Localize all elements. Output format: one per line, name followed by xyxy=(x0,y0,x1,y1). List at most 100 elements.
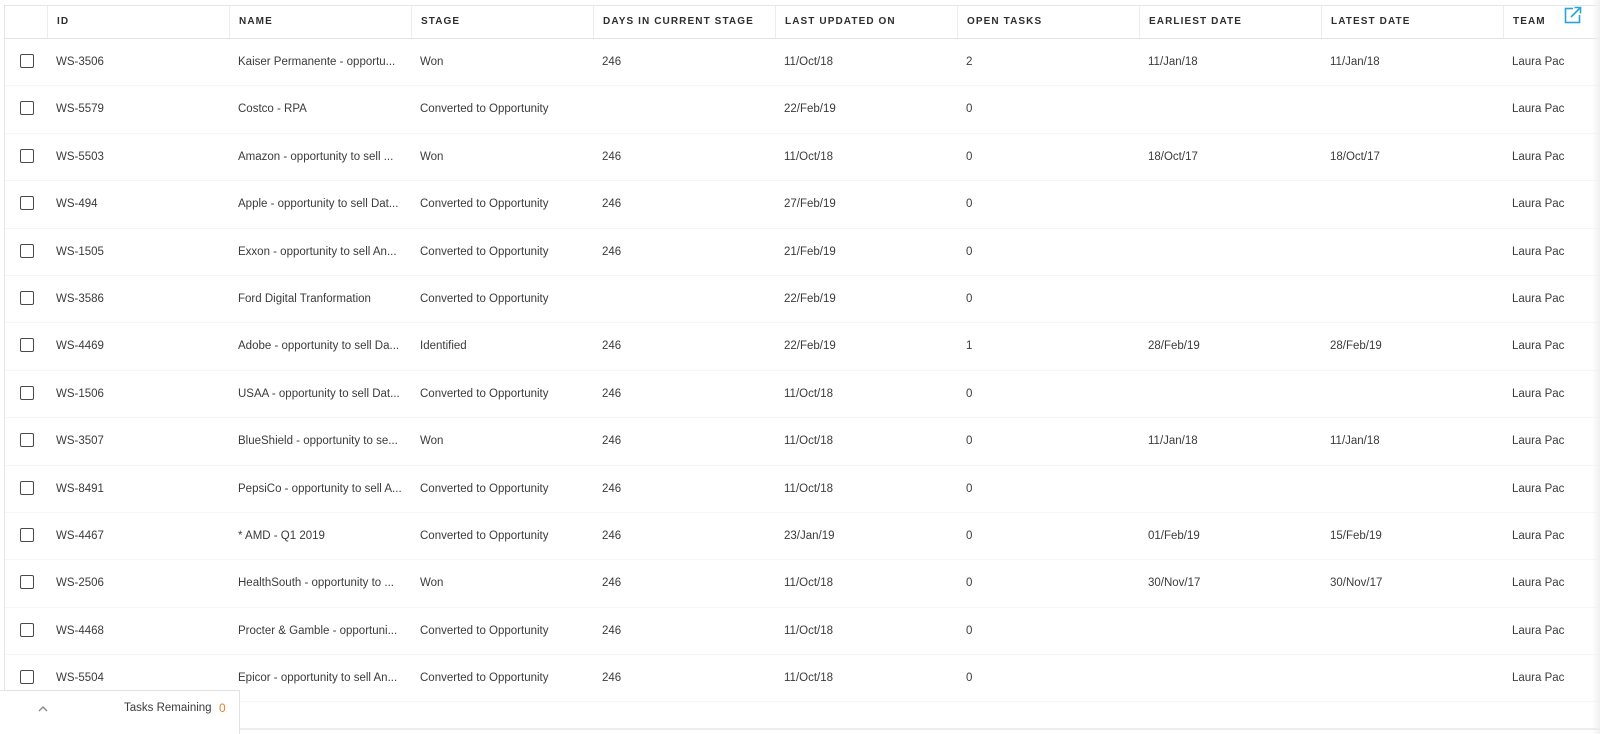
cell-earliest: 30/Nov/17 xyxy=(1148,577,1201,590)
cell-name[interactable]: BlueShield - opportunity to se... xyxy=(229,418,411,464)
cell-name[interactable]: Ford Digital Tranformation xyxy=(229,276,411,322)
cell-team: Laura Pac xyxy=(1512,245,1565,258)
cell-team: Laura Pac xyxy=(1512,340,1565,353)
cell-updated: 11/Oct/18 xyxy=(784,577,834,590)
row-select-checkbox[interactable] xyxy=(20,385,34,400)
column-header-team[interactable]: TEAM xyxy=(1503,6,1600,38)
row-select-checkbox[interactable] xyxy=(20,101,34,116)
cell-team: Laura Pac xyxy=(1512,624,1565,637)
cell-latest xyxy=(1321,608,1503,654)
cell-days: 246 xyxy=(602,56,622,68)
cell-latest xyxy=(1321,276,1503,322)
column-header-last-updated-on[interactable]: LAST UPDATED ON xyxy=(775,6,957,38)
column-header-open-tasks[interactable]: OPEN TASKS xyxy=(957,6,1139,38)
cell-tasks: 0 xyxy=(966,292,973,305)
cell-updated: 22/Feb/19 xyxy=(784,292,836,305)
cell-latest: 30/Nov/17 xyxy=(1330,577,1383,590)
cell-name[interactable]: PepsiCo - opportunity to sell A... xyxy=(229,466,411,512)
table-row[interactable]: WS-1506 USAA - opportunity to sell Dat...… xyxy=(5,371,1600,419)
cell-name[interactable]: Exxon - opportunity to sell An... xyxy=(229,229,411,275)
column-header-latest-date[interactable]: LATEST DATE xyxy=(1321,6,1503,38)
cell-name[interactable]: * AMD - Q1 2019 xyxy=(229,513,411,559)
cell-tasks: 0 xyxy=(966,150,973,163)
row-select-checkbox[interactable] xyxy=(20,575,34,590)
table-row[interactable]: WS-494 Apple - opportunity to sell Dat...… xyxy=(5,181,1600,229)
row-select-checkbox[interactable] xyxy=(20,670,34,685)
cell-latest xyxy=(1321,371,1503,417)
cell-updated: 27/Feb/19 xyxy=(784,198,836,211)
table-row[interactable]: WS-5579 Costco - RPA Converted to Opportun… xyxy=(5,86,1600,134)
table-row[interactable]: WS-5504 Epicor - opportunity to sell An..… xyxy=(5,655,1600,703)
row-select-checkbox[interactable] xyxy=(20,338,34,353)
cell-updated: 11/Oct/18 xyxy=(784,387,834,400)
cell-updated: 11/Oct/18 xyxy=(784,624,834,637)
cell-earliest xyxy=(1139,371,1321,417)
cell-tasks: 1 xyxy=(966,340,973,353)
chevron-up-icon[interactable] xyxy=(36,702,50,716)
cell-name[interactable]: Amazon - opportunity to sell ... xyxy=(229,134,411,180)
cell-team: Laura Pac xyxy=(1512,672,1565,685)
cell-earliest: 11/Jan/18 xyxy=(1148,56,1198,68)
cell-id: WS-5503 xyxy=(56,150,104,163)
cell-updated: 11/Oct/18 xyxy=(784,56,834,68)
cell-name[interactable]: Adobe - opportunity to sell Da... xyxy=(229,323,411,369)
cell-tasks: 0 xyxy=(966,577,973,590)
cell-earliest xyxy=(1139,276,1321,322)
row-select-checkbox[interactable] xyxy=(20,54,34,68)
row-select-checkbox[interactable] xyxy=(20,243,34,258)
column-header-id[interactable]: ID xyxy=(47,6,229,38)
row-select-checkbox[interactable] xyxy=(20,622,34,637)
cell-tasks: 0 xyxy=(966,529,973,542)
row-select-checkbox[interactable] xyxy=(20,148,34,163)
table-row[interactable]: WS-4469 Adobe - opportunity to sell Da...… xyxy=(5,323,1600,371)
table-row[interactable]: WS-4467 * AMD - Q1 2019 Converted to Oppor… xyxy=(5,513,1600,561)
horizontal-scrollbar[interactable] xyxy=(240,728,1600,730)
cell-days: 246 xyxy=(602,482,622,495)
cell-stage: Converted to Opportunity xyxy=(420,245,549,258)
table-row[interactable]: WS-1505 Exxon - opportunity to sell An...… xyxy=(5,229,1600,276)
cell-team: Laura Pac xyxy=(1512,529,1565,542)
cell-name[interactable]: Kaiser Permanente - opportu... xyxy=(229,39,411,85)
column-header-days-in-current-stage[interactable]: DAYS IN CURRENT STAGE xyxy=(593,6,775,38)
cell-days xyxy=(593,86,775,132)
cell-name[interactable]: USAA - opportunity to sell Dat... xyxy=(229,371,411,417)
table-row[interactable]: WS-2506 HealthSouth - opportunity to ... W… xyxy=(5,560,1600,608)
cell-name[interactable]: Epicor - opportunity to sell An... xyxy=(229,655,411,701)
cell-stage: Converted to Opportunity xyxy=(420,292,549,305)
row-select-checkbox[interactable] xyxy=(20,196,34,211)
cell-stage: Won xyxy=(420,150,444,163)
table-row[interactable]: WS-8491 PepsiCo - opportunity to sell A..… xyxy=(5,466,1600,513)
row-select-checkbox[interactable] xyxy=(20,527,34,542)
table-row[interactable]: WS-4468 Procter & Gamble - opportuni... Co… xyxy=(5,608,1600,656)
cell-days: 246 xyxy=(602,435,622,448)
table-row[interactable]: WS-3506 Kaiser Permanente - opportu... Won… xyxy=(5,39,1600,87)
cell-id: WS-4469 xyxy=(56,340,104,353)
column-header-name[interactable]: NAME xyxy=(229,6,411,38)
cell-name[interactable]: HealthSouth - opportunity to ... xyxy=(229,560,411,606)
cell-stage: Won xyxy=(420,577,444,590)
cell-latest xyxy=(1321,181,1503,227)
cell-id: WS-1506 xyxy=(56,387,104,400)
table-row[interactable]: WS-3586 Ford Digital Tranformation Convert… xyxy=(5,276,1600,324)
cell-latest xyxy=(1321,655,1503,701)
cell-id: WS-5579 xyxy=(56,103,104,116)
open-in-new-icon[interactable] xyxy=(1564,6,1582,24)
cell-team: Laura Pac xyxy=(1512,482,1565,495)
cell-name[interactable]: Procter & Gamble - opportuni... xyxy=(229,608,411,654)
tasks-remaining-panel[interactable]: Tasks Remaining 0 xyxy=(0,690,240,734)
column-header-earliest-date[interactable]: EARLIEST DATE xyxy=(1139,6,1321,38)
row-select-checkbox[interactable] xyxy=(20,480,34,495)
column-header-stage[interactable]: STAGE xyxy=(411,6,593,38)
row-select-checkbox[interactable] xyxy=(20,433,34,448)
cell-id: WS-4468 xyxy=(56,624,104,637)
cell-name[interactable]: Costco - RPA xyxy=(229,86,411,132)
cell-id: WS-1505 xyxy=(56,245,104,258)
table-row[interactable]: WS-5503 Amazon - opportunity to sell ... W… xyxy=(5,134,1600,182)
scroll-edge xyxy=(1592,0,1600,734)
cell-name[interactable]: Apple - opportunity to sell Dat... xyxy=(229,181,411,227)
row-select-checkbox[interactable] xyxy=(20,290,34,305)
table-row[interactable]: WS-3507 BlueShield - opportunity to se...… xyxy=(5,418,1600,466)
cell-stage: Converted to Opportunity xyxy=(420,198,549,211)
cell-days: 246 xyxy=(602,624,622,637)
table-header: ID NAME STAGE DAYS IN CURRENT STAGE LAST… xyxy=(5,6,1600,39)
